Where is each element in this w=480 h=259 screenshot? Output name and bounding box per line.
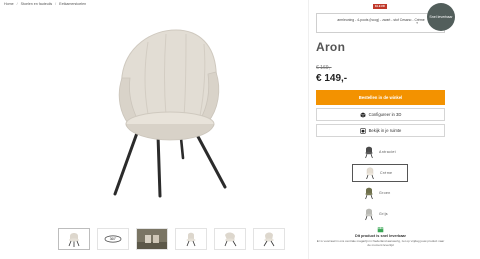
order-in-store-button[interactable]: Bestellen in de winkel — [316, 90, 445, 105]
finish-badge: KLEUR — [373, 4, 387, 9]
room-photo-icon — [137, 229, 167, 249]
thumbnail-1[interactable] — [58, 228, 90, 250]
breadcrumb-home[interactable]: Home — [4, 2, 14, 6]
breadcrumb-separator: / — [55, 2, 57, 6]
chair-icon — [224, 232, 237, 247]
configure-3d-button[interactable]: Configureer in 3D — [316, 108, 445, 121]
thumbnail-strip: 360° — [58, 228, 285, 250]
chevron-down-icon: ▾ — [416, 21, 418, 25]
thumbnail-6[interactable] — [253, 228, 285, 250]
view-in-room-label: Bekijk in je ruimte — [368, 128, 402, 133]
chair-swatch-icon — [365, 187, 373, 200]
rotate-360-icon: 360° — [104, 235, 122, 243]
chair-swatch-icon — [365, 208, 373, 220]
rotate-360-label: 360° — [110, 237, 117, 241]
chair-swatch-icon — [366, 167, 374, 179]
thumbnail-360[interactable]: 360° — [97, 228, 129, 250]
breadcrumb-stoelen[interactable]: Stoelen en fauteuils — [21, 2, 53, 6]
chair-icon — [68, 233, 80, 247]
product-main-image — [113, 29, 227, 198]
color-option-antraciet[interactable]: Antraciet — [352, 143, 408, 161]
color-label: Groen — [379, 191, 391, 195]
color-label: Antraciet — [379, 150, 396, 154]
old-price: € 169,- — [316, 65, 332, 71]
color-label: Crème — [380, 170, 393, 175]
thumbnail-5[interactable] — [214, 228, 246, 250]
cube-icon — [360, 111, 366, 118]
finish-selector[interactable]: armleuning - 4-poots (hoog) - zwart - st… — [316, 13, 445, 33]
current-price: € 149,- — [316, 73, 348, 84]
stock-badge: Snel leverbaar — [427, 3, 455, 31]
breadcrumb-eetkamerstoelen[interactable]: Eetkamerstoelen — [59, 2, 86, 6]
breadcrumb-separator: / — [16, 2, 18, 6]
delivery-text: Er is voorraad in ons centrale magazijn … — [316, 239, 445, 247]
color-label: Grijs — [379, 211, 388, 216]
chair-icon — [263, 232, 275, 247]
color-option-grijs[interactable]: Grijs — [352, 205, 408, 223]
thumbnail-room-photo[interactable] — [136, 228, 168, 250]
chair-icon — [186, 232, 196, 247]
color-options: Antraciet Crème Groen Grijs — [352, 143, 408, 225]
chair-swatch-icon — [365, 146, 373, 159]
view-in-room-button[interactable]: Bekijk in je ruimte — [316, 124, 445, 137]
finish-selector-text: armleuning - 4-poots (hoog) - zwart - st… — [337, 18, 425, 22]
color-option-groen[interactable]: Groen — [352, 184, 408, 202]
color-option-creme[interactable]: Crème — [352, 163, 408, 182]
breadcrumb: Home / Stoelen en fauteuils / Eetkamerst… — [4, 2, 88, 6]
delivery-title: Dit product is snel leverbaar — [354, 234, 407, 238]
ar-icon — [359, 127, 366, 134]
thumbnail-4[interactable] — [175, 228, 207, 250]
column-divider — [308, 0, 309, 259]
product-title: Aron — [316, 40, 346, 54]
box-icon — [377, 227, 384, 233]
configure-3d-label: Configureer in 3D — [368, 112, 402, 117]
delivery-info: Dit product is snel leverbaar Er is voor… — [316, 226, 445, 247]
